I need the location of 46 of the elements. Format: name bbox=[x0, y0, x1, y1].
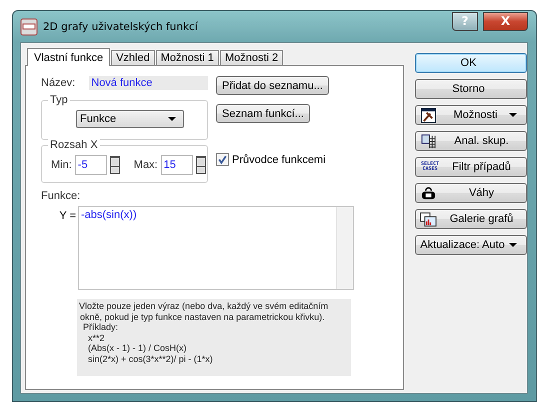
help-text: okně, pokud je typ funkce nastaven na parametrickou křivku). bbox=[79, 312, 326, 322]
tab[interactable]: Vlastní funkce bbox=[27, 48, 110, 66]
pickaxe-icon bbox=[420, 108, 437, 122]
max-label: Max: bbox=[134, 159, 158, 171]
gallery-icon bbox=[420, 212, 437, 226]
name-field[interactable]: Nová funkce bbox=[89, 76, 208, 90]
caret-icon bbox=[168, 117, 176, 121]
close-button[interactable]: X bbox=[483, 12, 528, 30]
group-title: Rozsah X bbox=[48, 139, 100, 151]
dialog-button[interactable]: OK bbox=[415, 53, 527, 73]
weight-icon bbox=[420, 186, 437, 200]
tab[interactable]: Možnosti 2 bbox=[220, 50, 284, 65]
help-text: (Abs(x - 1) - 1) / CosH(x) bbox=[87, 343, 188, 354]
function-field[interactable]: -abs(sin(x)) bbox=[78, 206, 354, 290]
group-title: Typ bbox=[48, 94, 70, 106]
dialog-button[interactable]: Galerie grafů bbox=[415, 209, 527, 229]
caret-icon bbox=[509, 113, 517, 117]
checkbox[interactable] bbox=[216, 153, 229, 166]
help-text: Příklady: bbox=[82, 322, 120, 332]
dialog-button[interactable]: Váhy bbox=[415, 183, 527, 203]
window-title: 2D grafy uživatelských funkcí bbox=[43, 20, 198, 32]
dialog-button[interactable]: Anal. skup. bbox=[415, 131, 527, 151]
action-button[interactable]: Seznam funkcí... bbox=[216, 104, 310, 123]
help-text: x**2 bbox=[87, 332, 106, 343]
tab[interactable]: Možnosti 1 bbox=[156, 50, 219, 65]
max-field[interactable]: 15 bbox=[160, 155, 193, 175]
function-label: Funkce: bbox=[41, 190, 82, 202]
help-text: sin(2*x) + cos(3*x**2)/ pi - (1*x) bbox=[87, 354, 214, 364]
caret-icon bbox=[509, 243, 517, 247]
table-icon bbox=[420, 134, 437, 148]
spinner[interactable] bbox=[196, 156, 206, 174]
dialog-button[interactable]: Storno bbox=[415, 79, 527, 99]
app-icon bbox=[20, 18, 38, 36]
checkbox-label: Průvodce funkcemi bbox=[232, 154, 326, 166]
action-button[interactable]: Přidat do seznamu... bbox=[216, 76, 329, 95]
type-dropdown[interactable]: Funkce bbox=[76, 110, 184, 128]
y-label: Y = bbox=[58, 210, 77, 224]
spinner[interactable] bbox=[110, 156, 120, 174]
name-label: Název: bbox=[41, 77, 76, 89]
menu-button[interactable]: Možnosti bbox=[415, 105, 527, 125]
tab[interactable]: Vzhled bbox=[111, 50, 155, 65]
min-field[interactable]: -5 bbox=[74, 155, 107, 175]
min-label: Min: bbox=[51, 159, 72, 171]
scrollbar[interactable] bbox=[336, 207, 353, 289]
update-dropdown[interactable]: Aktualizace: Auto bbox=[415, 235, 527, 255]
help-text: Vložte pouze jeden výraz (nebo dva, každý ve svém editačním bbox=[79, 301, 330, 312]
